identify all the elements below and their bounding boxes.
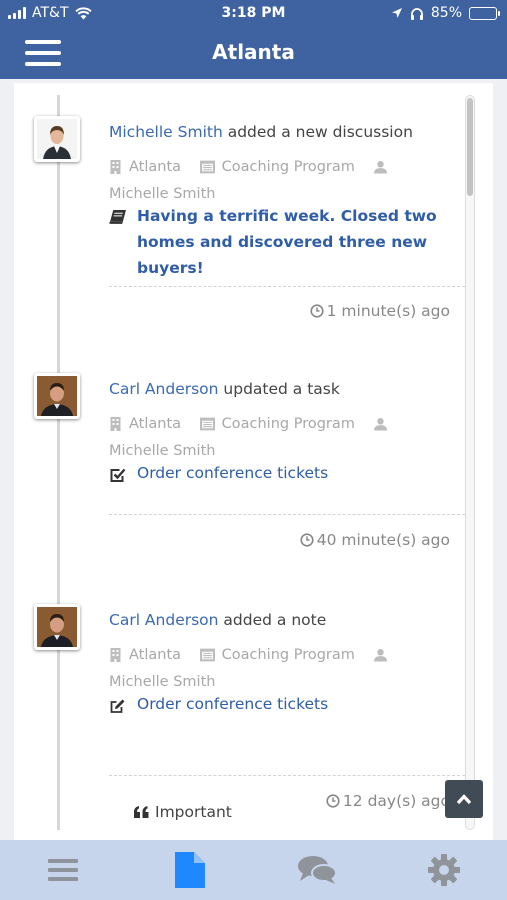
clock-icon [326, 794, 340, 808]
program-label: Coaching Program [221, 647, 355, 663]
time-ago: 1 minute(s) ago [310, 302, 450, 320]
book-icon [109, 210, 126, 224]
nav-bar: Atlanta [0, 28, 507, 79]
scrollbar-thumb[interactable] [467, 98, 473, 196]
tab-list[interactable] [0, 840, 127, 900]
chevron-up-icon [456, 794, 472, 805]
subject-text: Order conference tickets [137, 464, 329, 482]
building-icon [110, 160, 121, 174]
avatar[interactable] [34, 373, 80, 419]
time-ago: 12 day(s) ago [326, 792, 450, 810]
status-right: 85% [391, 5, 500, 21]
divider [109, 286, 465, 287]
divider [109, 514, 465, 515]
back-to-top-button[interactable] [445, 780, 483, 818]
edit-icon [110, 699, 125, 713]
actor-link[interactable]: Carl Anderson [109, 380, 218, 398]
tab-settings[interactable] [380, 840, 507, 900]
activity-header: Carl Anderson added a note [109, 611, 326, 629]
program-icon [199, 417, 215, 431]
building-icon [110, 648, 121, 662]
activity-header: Michelle Smith added a new discussion [109, 123, 413, 141]
list-icon [48, 859, 79, 881]
activity-action: updated a task [218, 380, 340, 398]
avatar[interactable] [34, 116, 80, 162]
location-arrow-icon [391, 8, 402, 18]
assignee-label: Michelle Smith [109, 674, 216, 690]
checkbox-icon [110, 468, 126, 482]
activity-subject-link[interactable]: Order conference tickets [109, 460, 459, 491]
activity-meta: Atlanta Coaching Program Michelle Smith [109, 412, 459, 463]
subject-text: Having a terrific week. Closed two homes… [137, 207, 437, 277]
headphones-icon [410, 7, 423, 20]
time-ago-text: 1 minute(s) ago [326, 302, 450, 320]
actor-link[interactable]: Michelle Smith [109, 123, 223, 141]
activity-action: added a note [218, 611, 327, 629]
clock-icon [300, 533, 314, 547]
program-label: Coaching Program [221, 416, 355, 432]
activity-feed[interactable]: Michelle Smith added a new discussion At… [14, 83, 493, 840]
time-ago-text: 40 minute(s) ago [316, 531, 450, 549]
user-icon [373, 161, 387, 174]
tab-documents[interactable] [127, 840, 254, 900]
battery-icon [469, 6, 500, 20]
program-icon [199, 160, 215, 174]
office-label: Atlanta [129, 416, 182, 432]
note-tag: Important [134, 803, 232, 821]
time-ago: 40 minute(s) ago [300, 531, 450, 549]
tab-messages[interactable] [254, 840, 381, 900]
note-tag-text: Important [155, 803, 232, 821]
timeline-line [57, 95, 60, 830]
actor-link[interactable]: Carl Anderson [109, 611, 218, 629]
time-ago-text: 12 day(s) ago [342, 792, 450, 810]
activity-meta: Atlanta Coaching Program Michelle Smith [109, 155, 459, 206]
scrollbar[interactable] [465, 95, 475, 830]
divider [109, 775, 465, 776]
user-icon [373, 418, 387, 431]
document-icon [175, 852, 206, 888]
bottom-tab-bar [0, 840, 507, 900]
battery-percent: 85% [430, 5, 462, 21]
clock-icon [310, 304, 324, 318]
chat-icon [297, 856, 337, 884]
activity-subject-link[interactable]: Having a terrific week. Closed two homes… [109, 203, 459, 281]
quote-icon [134, 806, 149, 818]
office-label: Atlanta [129, 647, 182, 663]
subject-text: Order conference tickets [137, 695, 329, 713]
status-bar: AT&T 3:18 PM 85% [0, 0, 507, 28]
user-icon [373, 649, 387, 662]
activity-subject-link[interactable]: Order conference tickets [109, 691, 459, 722]
office-label: Atlanta [129, 159, 182, 175]
activity-action: added a new discussion [222, 123, 413, 141]
page-title: Atlanta [212, 40, 295, 64]
gear-icon [427, 854, 460, 886]
building-icon [110, 417, 121, 431]
assignee-label: Michelle Smith [109, 186, 216, 202]
activity-header: Carl Anderson updated a task [109, 380, 340, 398]
activity-meta: Atlanta Coaching Program Michelle Smith [109, 643, 459, 694]
program-icon [199, 648, 215, 662]
assignee-label: Michelle Smith [109, 443, 216, 459]
avatar[interactable] [34, 604, 80, 650]
program-label: Coaching Program [221, 159, 355, 175]
